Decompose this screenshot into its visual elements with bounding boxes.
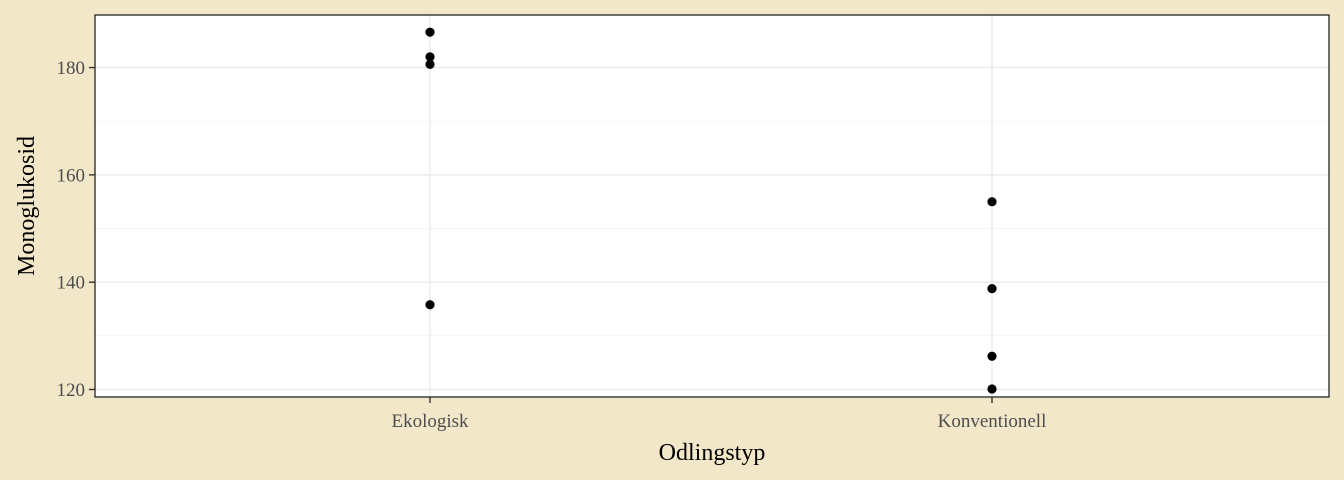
x-tick-label: Ekologisk (391, 411, 469, 432)
y-tick-label: 140 (57, 273, 86, 294)
data-point (987, 284, 997, 294)
x-axis-title: Odlingstyp (659, 440, 766, 466)
data-point (987, 351, 997, 361)
chart: 120 140 160 180 Ekologisk Konventionell Odli… (0, 0, 1344, 480)
plot-panel (95, 15, 1329, 397)
x-axis: Ekologisk Konventionell (391, 397, 1046, 432)
y-tick-label: 160 (57, 165, 86, 186)
data-point (425, 300, 435, 310)
data-point (425, 27, 435, 37)
scatter-plot: 120 140 160 180 Ekologisk Konventionell Odli… (14, 14, 1330, 466)
y-axis-title: Monoglukosid (14, 136, 40, 276)
y-tick-label: 180 (57, 58, 86, 79)
y-tick-label: 120 (57, 380, 86, 401)
data-point (425, 59, 435, 69)
y-axis: 120 140 160 180 (57, 58, 95, 401)
x-tick-label: Konventionell (938, 411, 1047, 432)
data-point (987, 197, 997, 207)
data-point (987, 384, 997, 394)
